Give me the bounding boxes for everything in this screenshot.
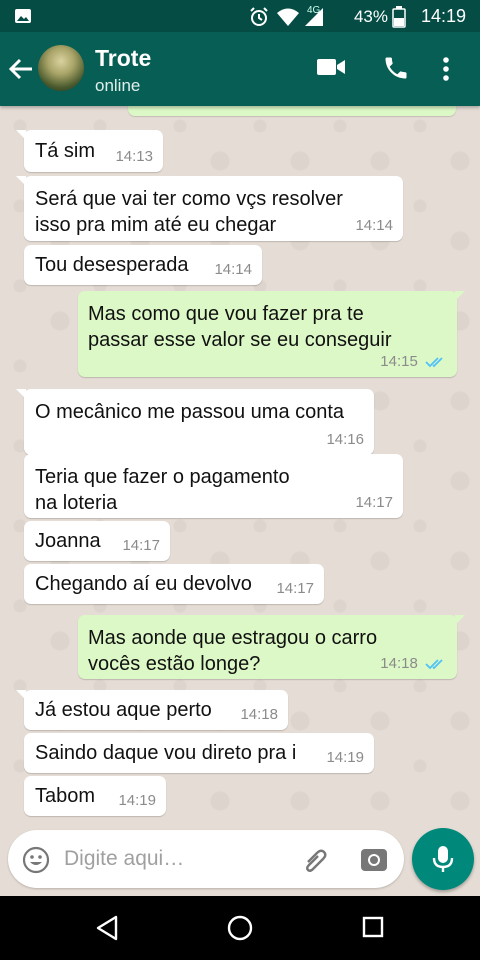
nav-back-icon[interactable] <box>95 915 119 941</box>
status-time: 14:19 <box>420 6 466 26</box>
message-text: Tou desesperada <box>35 254 189 276</box>
message-time: 14:19 <box>326 749 364 766</box>
nav-recents-icon[interactable] <box>362 916 384 938</box>
message-time: 14:18 <box>380 655 418 672</box>
message-time: 14:15 <box>380 353 418 370</box>
battery-percentage: 43% <box>353 7 388 26</box>
alarm-icon <box>250 7 268 26</box>
message-time: 14:19 <box>118 792 156 809</box>
message-line: Mas como que vou fazer pra te <box>88 303 364 325</box>
message-text: Será que vai ter como vçs resolver isso … <box>35 186 343 238</box>
partial-message-bubble <box>128 106 456 116</box>
mic-button[interactable] <box>412 828 474 890</box>
message-bubble-incoming[interactable]: Tabom 14:19 <box>24 776 166 816</box>
status-bar: 4G 43% 14:19 <box>0 0 480 32</box>
message-text: Mas aonde que estragou o carro vocês est… <box>88 625 377 677</box>
message-bubble-outgoing[interactable]: Mas como que vou fazer pra te passar ess… <box>78 291 465 377</box>
message-line: na loteria <box>35 492 118 514</box>
message-text: Joanna <box>35 530 101 552</box>
system-nav-bar <box>0 896 480 960</box>
signal-icon <box>305 8 323 26</box>
message-line: vocês estão longe? <box>88 653 261 675</box>
camera-icon[interactable] <box>360 846 388 872</box>
message-line: isso pra mim até eu chegar <box>35 214 277 236</box>
message-line: Será que vai ter como vçs resolver <box>35 188 343 210</box>
read-ticks-icon <box>425 357 443 368</box>
video-call-icon[interactable] <box>316 56 346 78</box>
attach-icon[interactable] <box>300 846 330 876</box>
message-text: Saindo daque vou direto pra i <box>35 742 297 764</box>
message-meta: 14:18 <box>380 655 447 673</box>
message-text: Já estou aque perto <box>35 699 212 721</box>
phone-icon[interactable] <box>382 54 410 82</box>
emoji-icon[interactable] <box>22 846 50 874</box>
mic-icon <box>432 846 454 872</box>
message-input[interactable]: Digite aqui… <box>64 847 184 871</box>
message-line: Teria que fazer o pagamento <box>35 466 290 488</box>
message-bubble-incoming[interactable]: Tá sim 14:13 <box>16 130 163 172</box>
message-composer: Digite aqui… <box>8 830 404 888</box>
battery-icon <box>392 6 406 28</box>
message-list[interactable]: Tá sim 14:13 Será que vai ter como vçs r… <box>0 106 480 830</box>
message-time: 14:17 <box>122 537 160 554</box>
contact-avatar[interactable] <box>38 45 84 91</box>
message-bubble-incoming[interactable]: Será que vai ter como vçs resolver isso … <box>16 176 403 241</box>
read-ticks-icon <box>425 659 443 670</box>
message-time: 14:16 <box>326 431 364 448</box>
contact-status: online <box>95 76 141 95</box>
message-line: passar esse valor se eu conseguir <box>88 329 392 351</box>
message-time: 14:14 <box>214 261 252 278</box>
message-bubble-incoming[interactable]: Teria que fazer o pagamento na loteria 1… <box>24 454 403 518</box>
message-bubble-incoming[interactable]: Saindo daque vou direto pra i 14:19 <box>24 733 374 773</box>
message-bubble-outgoing[interactable]: Mas aonde que estragou o carro vocês est… <box>78 615 465 679</box>
message-line: Mas aonde que estragou o carro <box>88 627 378 649</box>
contact-name[interactable]: Trote <box>95 45 151 72</box>
message-time: 14:13 <box>115 148 153 165</box>
message-time: 14:14 <box>355 217 393 234</box>
message-text: Chegando aí eu devolvo <box>35 573 252 595</box>
message-bubble-incoming[interactable]: Tou desesperada 14:14 <box>24 245 262 285</box>
message-bubble-incoming[interactable]: O mecânico me passou uma conta 14:16 <box>16 389 374 455</box>
message-text: Tá sim <box>35 140 95 162</box>
message-text: Tabom <box>35 785 96 807</box>
message-text: O mecânico me passou uma conta <box>35 401 345 423</box>
message-text: Teria que fazer o pagamento na loteria <box>35 464 290 516</box>
wifi-icon <box>277 8 299 26</box>
message-time: 14:18 <box>240 706 278 723</box>
chat-header: Trote online <box>0 32 480 106</box>
message-meta: 14:15 <box>380 353 447 371</box>
message-bubble-incoming[interactable]: Joanna 14:17 <box>24 521 170 561</box>
message-bubble-incoming[interactable]: Chegando aí eu devolvo 14:17 <box>24 564 324 604</box>
message-time: 14:17 <box>276 580 314 597</box>
nav-home-icon[interactable] <box>227 915 253 941</box>
back-arrow-icon[interactable] <box>8 56 34 82</box>
more-vert-icon[interactable] <box>441 56 451 82</box>
message-time: 14:17 <box>355 494 393 511</box>
image-icon <box>15 9 31 23</box>
message-bubble-incoming[interactable]: Já estou aque perto 14:18 <box>16 690 288 730</box>
message-text: Mas como que vou fazer pra te passar ess… <box>88 301 392 353</box>
